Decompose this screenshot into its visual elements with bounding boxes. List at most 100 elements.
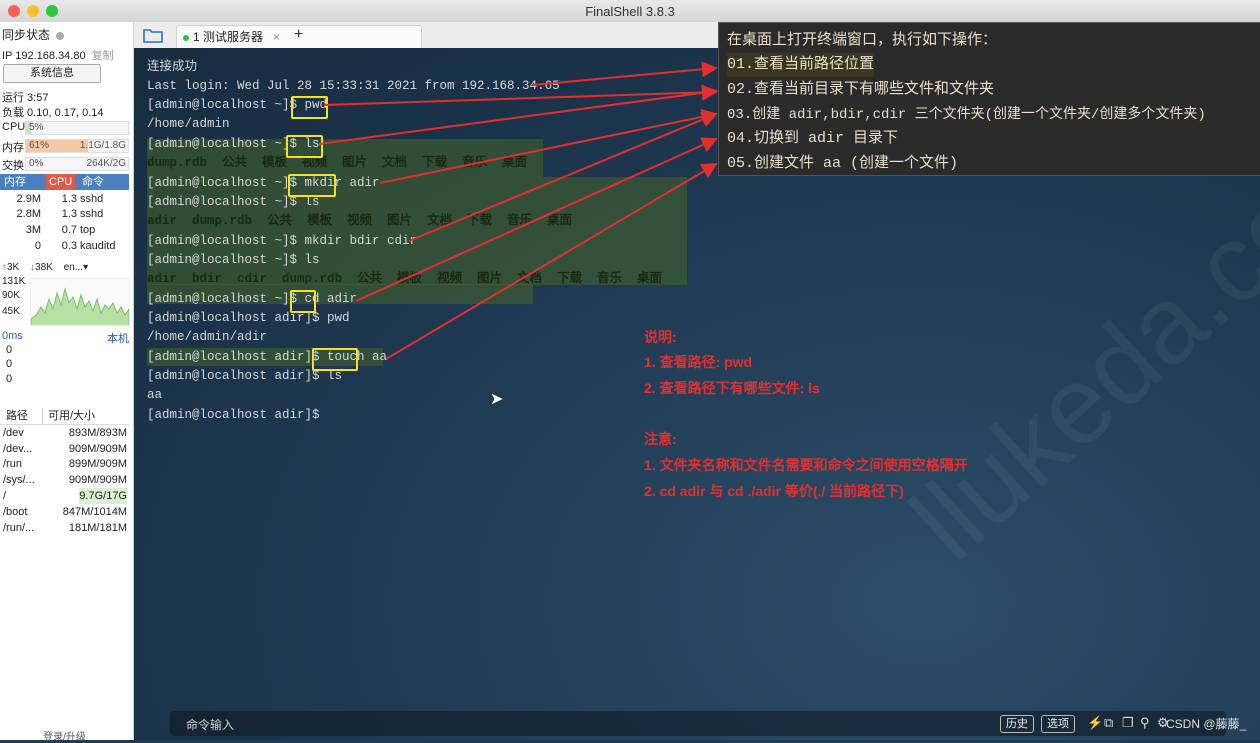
filesystem-header: 路径 可用/大小 (0, 408, 129, 425)
proc-cpu: 1.3 (61, 193, 77, 205)
swap-meter: 0% 264K/2G (25, 157, 129, 171)
uptime: 运行 3:57 (2, 92, 49, 104)
instructions-title: 在桌面上打开终端窗口，执行如下操作： (727, 32, 998, 49)
options-button[interactable]: 选项 (1041, 715, 1075, 733)
process-table-header: 内存 CPU 命令 (0, 174, 129, 190)
fs-size: 909M/909M (68, 443, 127, 455)
process-row[interactable]: 2.9M 1.3 sshd (0, 192, 129, 207)
proc-cmd: sshd (80, 208, 104, 220)
fs-size: 9.7G/17G (79, 488, 127, 504)
ip-row: IP 192.168.34.80 复制 (2, 47, 114, 63)
proc-cpu-header[interactable]: CPU (46, 174, 76, 190)
process-row[interactable]: 0 0.3 kauditd (0, 239, 129, 254)
net-scale-high: 131K (2, 276, 26, 287)
fs-row[interactable]: /run 899M/909M (0, 456, 129, 472)
net-scale-mid: 90K (2, 290, 20, 301)
system-info-button[interactable]: 系统信息 (3, 64, 101, 83)
sync-status: 同步状态 (2, 26, 65, 43)
copy-ip-link[interactable]: 复制 (92, 50, 114, 62)
proc-cmd: kauditd (80, 240, 116, 252)
mouse-pointer-icon: ➤ (490, 391, 504, 408)
ip-address: IP 192.168.34.80 (2, 50, 86, 62)
fs-size: 899M/909M (68, 458, 127, 470)
latency-host[interactable]: 本机 (107, 330, 129, 346)
proc-cmd-header[interactable]: 命令 (82, 174, 104, 190)
note-item: 1. 文件夹名称和文件名需要和命令之间使用空格隔开 (644, 457, 968, 473)
fs-size: 181M/181M (68, 522, 127, 534)
net-scale-low: 45K (2, 306, 20, 317)
arrow-line (408, 111, 718, 242)
proc-mem: 2.8M (16, 208, 41, 220)
proc-cpu: 0.7 (61, 224, 77, 236)
author-credit: CSDN @藤藤_ (1166, 717, 1247, 731)
arrow-line (379, 108, 718, 184)
net-download: 38K (35, 262, 53, 273)
instruction-item: 05.创建文件 aa (创建一个文件) (727, 155, 959, 172)
copy-icon[interactable]: ⧉ (1104, 715, 1113, 731)
proc-mem: 2.9M (16, 193, 41, 205)
net-interface-select[interactable]: en... (64, 262, 83, 273)
fs-size: 909M/909M (68, 474, 127, 486)
tab-close-icon[interactable]: × (273, 26, 280, 49)
folder-icon[interactable] (142, 26, 164, 44)
note-title: 注意: (644, 431, 677, 447)
fs-size: 893M/893M (68, 427, 127, 439)
mem-detail: 1.1G/1.8G (79, 140, 126, 151)
command-input-bar[interactable]: 命令输入 历史 选项 ⚡ ⧉ ❐ ⚲ ⚙ (170, 711, 1226, 736)
cpu-meter: 5% (25, 121, 129, 135)
instruction-item: 02.查看当前目录下有哪些文件和文件夹 (727, 81, 995, 98)
paste-icon[interactable]: ❐ (1122, 715, 1134, 731)
instruction-item: 04.切换到 adir 目录下 (727, 130, 899, 147)
instruction-item: 01.查看当前路径位置 (727, 53, 875, 77)
network-graph (30, 278, 130, 326)
window-title: FinalShell 3.8.3 (585, 4, 675, 19)
lightning-icon[interactable]: ⚡ (1087, 715, 1103, 731)
mem-label: 内存 (2, 142, 24, 154)
fs-path: /boot (3, 506, 28, 518)
proc-mem-header[interactable]: 内存 (4, 174, 26, 190)
explain-title: 说明: (644, 329, 677, 345)
arrow-line (532, 61, 718, 86)
fs-row[interactable]: /dev... 909M/909M (0, 441, 129, 457)
network-speed: ↑3K ↓38K en...▾ (2, 262, 88, 273)
arrow-line (355, 137, 718, 302)
server-status-sidebar: 同步状态 IP 192.168.34.80 复制 系统信息 运行 3:57 负载 … (0, 22, 134, 743)
command-input-label[interactable]: 命令输入 (186, 716, 234, 733)
note-item: 2. cd adir 与 cd ./adir 等价(./ 当前路径下) (644, 483, 904, 499)
fs-row[interactable]: /boot 847M/1014M (0, 504, 129, 520)
login-upgrade-link[interactable]: 登录/升级 (0, 728, 129, 743)
proc-cpu: 1.3 (61, 208, 77, 220)
history-button[interactable]: 历史 (1000, 715, 1034, 733)
fs-row[interactable]: /sys/... 909M/909M (0, 472, 129, 488)
new-tab-button[interactable]: + (294, 25, 303, 45)
load-average: 负载 0.10, 0.17, 0.14 (2, 107, 104, 119)
search-icon[interactable]: ⚲ (1140, 715, 1150, 731)
latency-label: 0ms (2, 330, 23, 342)
proc-cmd: top (80, 224, 96, 236)
process-row[interactable]: 2.8M 1.3 sshd (0, 207, 129, 222)
cpu-value: 5% (29, 122, 44, 133)
fs-row[interactable]: /run/... 181M/181M (0, 520, 129, 536)
swap-label: 交换 (2, 160, 24, 172)
fs-row[interactable]: /dev 893M/893M (0, 425, 129, 441)
latency-value: 0 (6, 358, 13, 370)
network-graph-chart (30, 287, 130, 325)
sync-status-label: 同步状态 (2, 28, 51, 42)
fs-path: /run/... (3, 522, 35, 534)
proc-mem: 0 (34, 240, 41, 252)
chevron-down-icon[interactable]: ▾ (83, 262, 88, 273)
net-upload: 3K (7, 262, 20, 273)
status-dot-icon (56, 31, 65, 40)
process-row[interactable]: 3M 0.7 top (0, 223, 129, 238)
fs-path: /run (3, 458, 22, 470)
proc-cpu: 0.3 (61, 240, 77, 252)
connected-dot-icon (183, 35, 189, 41)
fs-path-header[interactable]: 路径 (6, 408, 28, 424)
fs-size: 847M/1014M (62, 506, 127, 518)
mem-meter: 61% 1.1G/1.8G (25, 139, 129, 153)
fs-size-header[interactable]: 可用/大小 (42, 408, 95, 424)
latency-value: 0 (6, 344, 13, 356)
fs-row[interactable]: / 9.7G/17G (0, 488, 129, 504)
swap-value: 0% (29, 158, 44, 169)
explain-item: 2. 查看路径下有哪些文件: ls (644, 380, 820, 396)
